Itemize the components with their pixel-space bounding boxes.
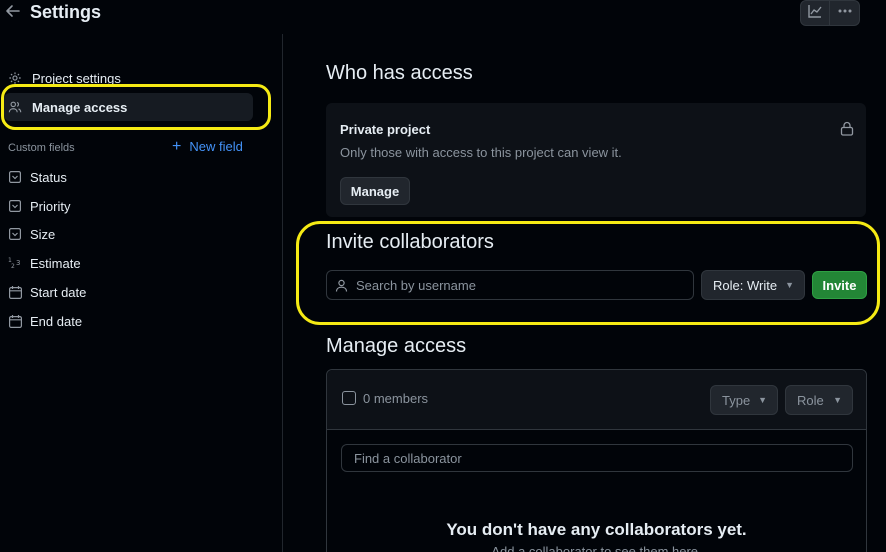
svg-text:2: 2 [11,263,15,270]
kebab-horizontal-icon [837,3,853,24]
more-options-button[interactable] [830,0,860,26]
insights-button[interactable] [800,0,830,26]
manage-visibility-button[interactable]: Manage [340,177,410,205]
invite-button[interactable]: Invite [812,271,867,299]
select-all-checkbox[interactable] [342,391,356,405]
members-panel-header: 0 members Type ▼ Role ▼ [327,370,866,430]
empty-state-title: You don't have any collaborators yet. [446,520,747,539]
svg-text:3: 3 [16,259,20,267]
field-size[interactable]: Size [8,223,55,245]
sidebar-item-label: Manage access [32,99,128,115]
field-label: Start date [30,284,87,300]
find-collaborator-input[interactable]: Find a collaborator [341,444,853,472]
single-select-icon [8,170,22,184]
new-field-label: New field [189,139,243,154]
type-filter-button[interactable]: Type ▼ [710,385,778,415]
find-placeholder: Find a collaborator [354,450,462,466]
field-label: End date [30,313,83,329]
role-select-label: Role: Write [713,277,778,293]
username-search-input[interactable]: Search by username [326,270,694,300]
field-start-date[interactable]: Start date [8,281,86,303]
field-estimate[interactable]: 123 Estimate [8,252,81,274]
role-select-button[interactable]: Role: Write ▼ [701,270,805,300]
field-end-date[interactable]: End date [8,310,82,332]
invite-collaborators-heading: Invite collaborators [326,231,494,253]
single-select-icon [8,199,22,213]
people-icon [8,99,24,115]
graph-icon [807,3,823,24]
sidebar-item-project-settings[interactable]: Project settings [4,64,253,92]
search-placeholder: Search by username [356,277,476,293]
private-project-description: Only those with access to this project c… [340,145,622,160]
type-filter-label: Type [722,392,751,408]
field-label: Status [30,169,67,185]
lock-icon [840,121,854,141]
field-label: Size [30,226,56,242]
gear-icon [8,70,24,86]
person-icon [335,279,348,292]
triangle-down-icon: ▼ [758,395,767,405]
manage-access-heading: Manage access [326,335,467,357]
page-title: Settings [30,2,102,22]
who-has-access-heading: Who has access [326,62,473,84]
members-count: 0 members [363,391,429,406]
single-select-icon [8,227,22,241]
field-status[interactable]: Status [8,166,67,188]
calendar-icon [8,285,22,299]
empty-state-description: Add a collaborator to see them here. [491,544,702,552]
sidebar-item-label: Project settings [32,70,121,86]
role-filter-label: Role [797,392,824,408]
settings-page: Settings Project settings Manage access [0,0,886,552]
settings-sidebar: Project settings Manage access Custom fi… [0,34,283,552]
field-label: Estimate [30,255,81,271]
plus-icon: + [172,138,182,155]
private-project-title: Private project [340,122,431,137]
private-project-panel: Private project Only those with access t… [326,103,866,217]
page-header: Settings [0,0,886,34]
arrow-left-icon[interactable] [4,2,22,20]
members-panel: 0 members Type ▼ Role ▼ Find a collabora… [326,369,867,552]
role-filter-button[interactable]: Role ▼ [785,385,853,415]
triangle-down-icon: ▼ [785,280,794,290]
custom-fields-heading: Custom fields [8,142,75,154]
field-label: Priority [30,198,71,214]
number-icon: 123 [8,256,22,270]
new-field-button[interactable]: + New field [172,138,243,155]
triangle-down-icon: ▼ [833,395,842,405]
sidebar-item-manage-access[interactable]: Manage access [4,93,253,121]
calendar-icon [8,314,22,328]
field-priority[interactable]: Priority [8,195,70,217]
